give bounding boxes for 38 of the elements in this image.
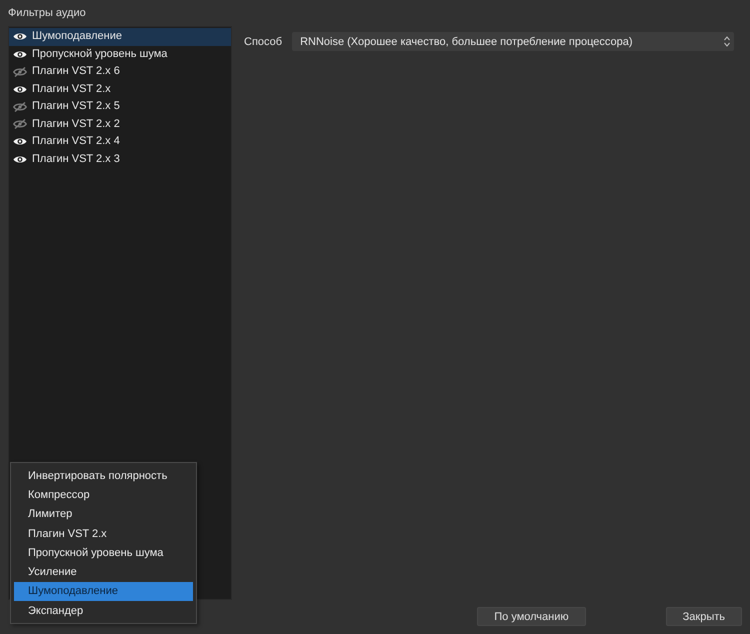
close-button[interactable]: Закрыть	[666, 607, 742, 626]
menu-item[interactable]: Компрессор	[14, 485, 193, 505]
crossed-eye-icon[interactable]	[13, 119, 27, 130]
up-down-arrows-icon	[724, 36, 730, 47]
menu-item[interactable]: Пропускной уровень шума	[14, 543, 193, 562]
menu-item[interactable]: Плагин VST 2.x	[14, 524, 193, 544]
eye-icon[interactable]	[13, 50, 27, 59]
filter-name: Плагин VST 2.x 4	[32, 135, 120, 148]
eye-icon[interactable]	[13, 32, 27, 42]
filter-name: Плагин VST 2.x 5	[32, 100, 120, 114]
menu-item[interactable]: Шумоподавление	[14, 582, 193, 602]
menu-item[interactable]: Лимитер	[14, 504, 193, 524]
filter-list-item[interactable]: Плагин VST 2.x 6	[9, 63, 231, 80]
filter-list-item[interactable]: Плагин VST 2.x 3	[9, 150, 231, 168]
menu-item[interactable]: Инвертировать полярность	[14, 466, 193, 486]
filter-name: Плагин VST 2.x 3	[32, 152, 120, 166]
menu-item[interactable]: Усиление	[14, 562, 193, 582]
filter-name: Плагин VST 2.x 6	[32, 65, 120, 78]
crossed-eye-icon[interactable]	[13, 66, 27, 77]
method-dropdown[interactable]: RNNoise (Хорошее качество, большее потребление процессора)	[292, 32, 734, 51]
eye-icon[interactable]	[13, 84, 27, 94]
crossed-eye-icon[interactable]	[13, 102, 27, 112]
filter-name: Плагин VST 2.x 2	[32, 118, 120, 131]
filter-name: Плагин VST 2.x	[32, 82, 111, 96]
eye-icon[interactable]	[13, 137, 27, 146]
panel-title: Фильтры аудио	[8, 6, 87, 21]
defaults-button[interactable]: По умолчанию	[477, 607, 586, 626]
filter-name: Шумоподавление	[32, 30, 122, 44]
filter-list-item[interactable]: Плагин VST 2.x 5	[9, 98, 231, 116]
menu-item[interactable]: Экспандер	[14, 601, 193, 620]
filter-list-item[interactable]: Плагин VST 2.x	[9, 80, 231, 98]
filter-name: Пропускной уровень шума	[32, 48, 168, 61]
eye-icon[interactable]	[13, 154, 27, 164]
filter-list-item[interactable]: Плагин VST 2.x 4	[9, 133, 231, 150]
filter-list-item[interactable]: Плагин VST 2.x 2	[9, 116, 231, 133]
property-label: Способ	[244, 36, 282, 48]
filter-list-item[interactable]: Пропускной уровень шума	[9, 46, 231, 63]
filter-list-item[interactable]: Шумоподавление	[9, 28, 231, 46]
